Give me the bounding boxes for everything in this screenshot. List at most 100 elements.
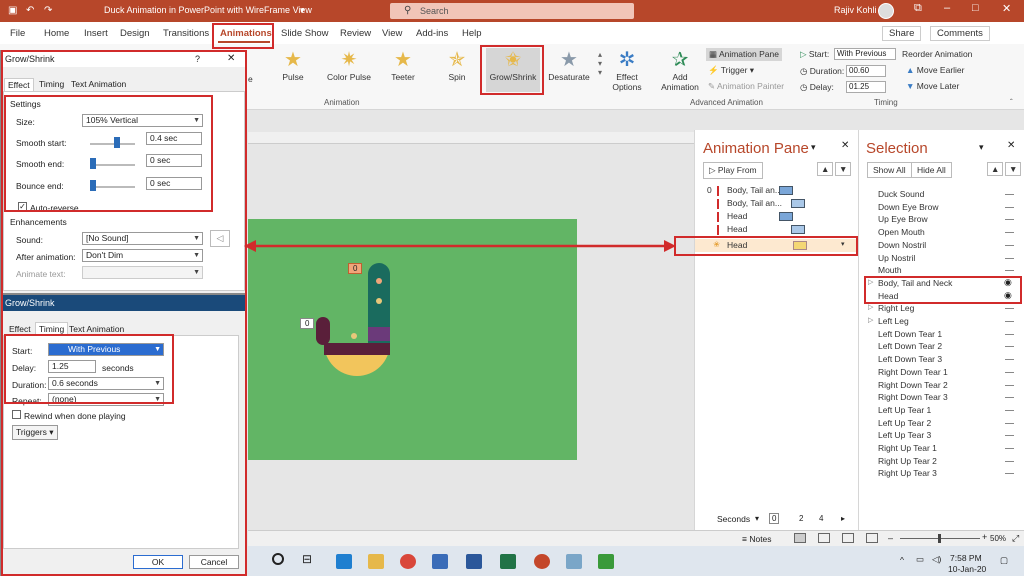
add-animation-button[interactable]: ✰ Add Animation — [655, 48, 705, 92]
bounce-end-spinner[interactable]: 0 sec — [146, 177, 202, 190]
word-icon[interactable] — [466, 554, 482, 569]
gallery-teeter[interactable]: ★ Teeter — [376, 48, 430, 92]
slide-canvas[interactable]: 0 0 — [248, 219, 577, 460]
gallery-desaturate[interactable]: ★ Desaturate — [542, 48, 596, 92]
minimize-icon[interactable]: – — [944, 2, 950, 14]
dialog-close-icon[interactable]: ✕ — [227, 53, 235, 64]
smooth-end-spinner[interactable]: 0 sec — [146, 154, 202, 167]
smooth-end-thumb[interactable] — [90, 158, 96, 169]
sound-volume-icon[interactable]: ◁ — [210, 230, 230, 247]
zoom-level[interactable]: 50% — [990, 534, 1006, 543]
selection-item[interactable]: Open Mouth — [878, 227, 925, 237]
selection-item[interactable]: Up Nostril — [878, 253, 915, 263]
visibility-toggle[interactable] — [1005, 270, 1014, 272]
selection-item[interactable]: Mouth — [878, 265, 902, 275]
gallery-color-pulse[interactable]: ✷ Color Pulse — [322, 48, 376, 92]
chrome-icon[interactable] — [400, 554, 416, 569]
expand-chevron-icon[interactable]: ▷ — [868, 278, 873, 286]
timeline-scroll-icon[interactable]: ▸ — [841, 514, 845, 523]
tab-timing[interactable]: Timing — [39, 79, 64, 89]
start-select[interactable]: With Previous ▼ — [48, 343, 164, 356]
animation-row-5-selected[interactable]: ✬ Head ▾ — [695, 239, 859, 252]
gallery-grow-shrink[interactable]: ✬ Grow/Shrink — [486, 48, 540, 92]
smooth-start-spinner[interactable]: 0.4 sec — [146, 132, 202, 145]
tab-text-animation[interactable]: Text Animation — [71, 79, 126, 89]
selection-item[interactable]: Left Down Tear 2 — [878, 341, 942, 351]
visibility-toggle[interactable] — [1005, 194, 1014, 195]
notes-button[interactable]: ≡ Notes — [742, 534, 772, 544]
visibility-toggle[interactable] — [1005, 435, 1014, 437]
visibility-toggle[interactable] — [1005, 409, 1014, 411]
visibility-toggle[interactable] — [1005, 359, 1014, 361]
animation-badge-top[interactable]: 0 — [348, 263, 363, 274]
close-icon[interactable]: ✕ — [1002, 2, 1011, 15]
help-icon[interactable]: ? — [195, 54, 200, 64]
expand-chevron-icon[interactable]: ▷ — [868, 303, 873, 311]
move-later-button[interactable]: ▼ Move Later — [906, 81, 959, 91]
timeline-bar[interactable] — [779, 186, 793, 195]
pane-options-icon[interactable]: ▾ — [811, 142, 816, 153]
collapse-ribbon-icon[interactable]: ˆ — [1010, 98, 1013, 107]
tab-view[interactable]: View — [382, 28, 402, 39]
selection-item[interactable]: Down Eye Brow — [878, 202, 938, 212]
selection-item[interactable]: Left Down Tear 3 — [878, 354, 942, 364]
animate-text-select[interactable]: ▼ — [82, 266, 203, 279]
powerpoint-icon[interactable] — [534, 554, 550, 569]
selection-item[interactable]: Left Leg — [878, 316, 909, 326]
move-up-button[interactable]: ▲ — [817, 162, 834, 176]
task-view-icon[interactable]: ⊟ — [302, 552, 312, 566]
zoom-in-icon[interactable]: + — [982, 532, 987, 542]
cancel-button[interactable]: Cancel — [189, 555, 239, 569]
selection-item[interactable]: Up Eye Brow — [878, 214, 928, 224]
hide-all-button[interactable]: Hide All — [911, 162, 952, 178]
normal-view-icon[interactable] — [794, 533, 806, 543]
visibility-toggle[interactable] — [1005, 308, 1014, 310]
excel-icon[interactable] — [500, 554, 516, 569]
duration-select[interactable]: 0.6 seconds ▼ — [48, 377, 164, 390]
sound-select[interactable]: [No Sound] ▼ — [82, 232, 203, 245]
size-select[interactable]: 105% Vertical ▼ — [82, 114, 203, 127]
smooth-end-slider[interactable] — [90, 164, 135, 166]
slide-sorter-icon[interactable] — [818, 533, 830, 543]
delay-input[interactable]: 01.25 — [846, 81, 886, 93]
tab-effect[interactable]: Effect — [9, 324, 31, 334]
tab-insert[interactable]: Insert — [84, 28, 108, 39]
user-name[interactable]: Rajiv Kohli — [834, 5, 877, 15]
tab-help[interactable]: Help — [462, 28, 482, 39]
pane-options-icon[interactable]: ▾ — [979, 142, 984, 153]
selection-item[interactable]: Left Up Tear 1 — [878, 405, 931, 415]
maximize-icon[interactable]: □ — [972, 2, 979, 14]
save-icon[interactable]: ▣ — [8, 5, 17, 16]
tab-add-ins[interactable]: Add-ins — [416, 28, 448, 39]
gallery-scroll-icon[interactable]: ▴ ▾ ▾ — [598, 50, 602, 77]
selection-item[interactable]: Right Up Tear 2 — [878, 456, 937, 466]
search-box[interactable]: ⚲ Search — [390, 3, 634, 19]
rewind-checkbox[interactable] — [12, 410, 21, 419]
duration-input[interactable]: 00.60 — [846, 65, 886, 77]
visibility-toggle[interactable] — [1005, 460, 1014, 462]
bring-forward-button[interactable]: ▲ — [987, 162, 1004, 176]
selection-item[interactable]: Left Up Tear 2 — [878, 418, 931, 428]
avatar[interactable] — [878, 3, 894, 19]
selection-item[interactable]: Right Down Tear 1 — [878, 367, 948, 377]
zoom-out-icon[interactable]: – — [888, 533, 893, 543]
selection-item[interactable]: Down Nostril — [878, 240, 926, 250]
smooth-start-slider[interactable] — [90, 143, 135, 145]
zoom-thumb[interactable] — [938, 534, 941, 543]
selection-item[interactable]: Duck Sound — [878, 189, 924, 199]
cortana-icon[interactable] — [272, 553, 284, 565]
visibility-toggle[interactable] — [1005, 371, 1014, 373]
triggers-button[interactable]: Triggers ▾ — [12, 425, 58, 440]
visibility-toggle[interactable] — [1005, 244, 1014, 246]
notifications-icon[interactable]: ▢ — [1000, 555, 1008, 566]
animation-painter-button[interactable]: ✎ Animation Painter — [708, 81, 784, 92]
visibility-toggle[interactable] — [1005, 448, 1014, 449]
after-animation-select[interactable]: Don't Dim ▼ — [82, 249, 203, 262]
tab-effect[interactable]: Effect — [4, 78, 34, 91]
redo-icon[interactable]: ↷ — [44, 5, 52, 16]
network-icon[interactable]: ▭ — [916, 554, 924, 565]
tab-transitions[interactable]: Transitions — [163, 28, 209, 39]
auto-reverse-checkbox[interactable]: ✓ — [18, 202, 27, 211]
start-select[interactable]: With Previous — [834, 48, 896, 60]
visibility-toggle[interactable] — [1005, 333, 1014, 335]
